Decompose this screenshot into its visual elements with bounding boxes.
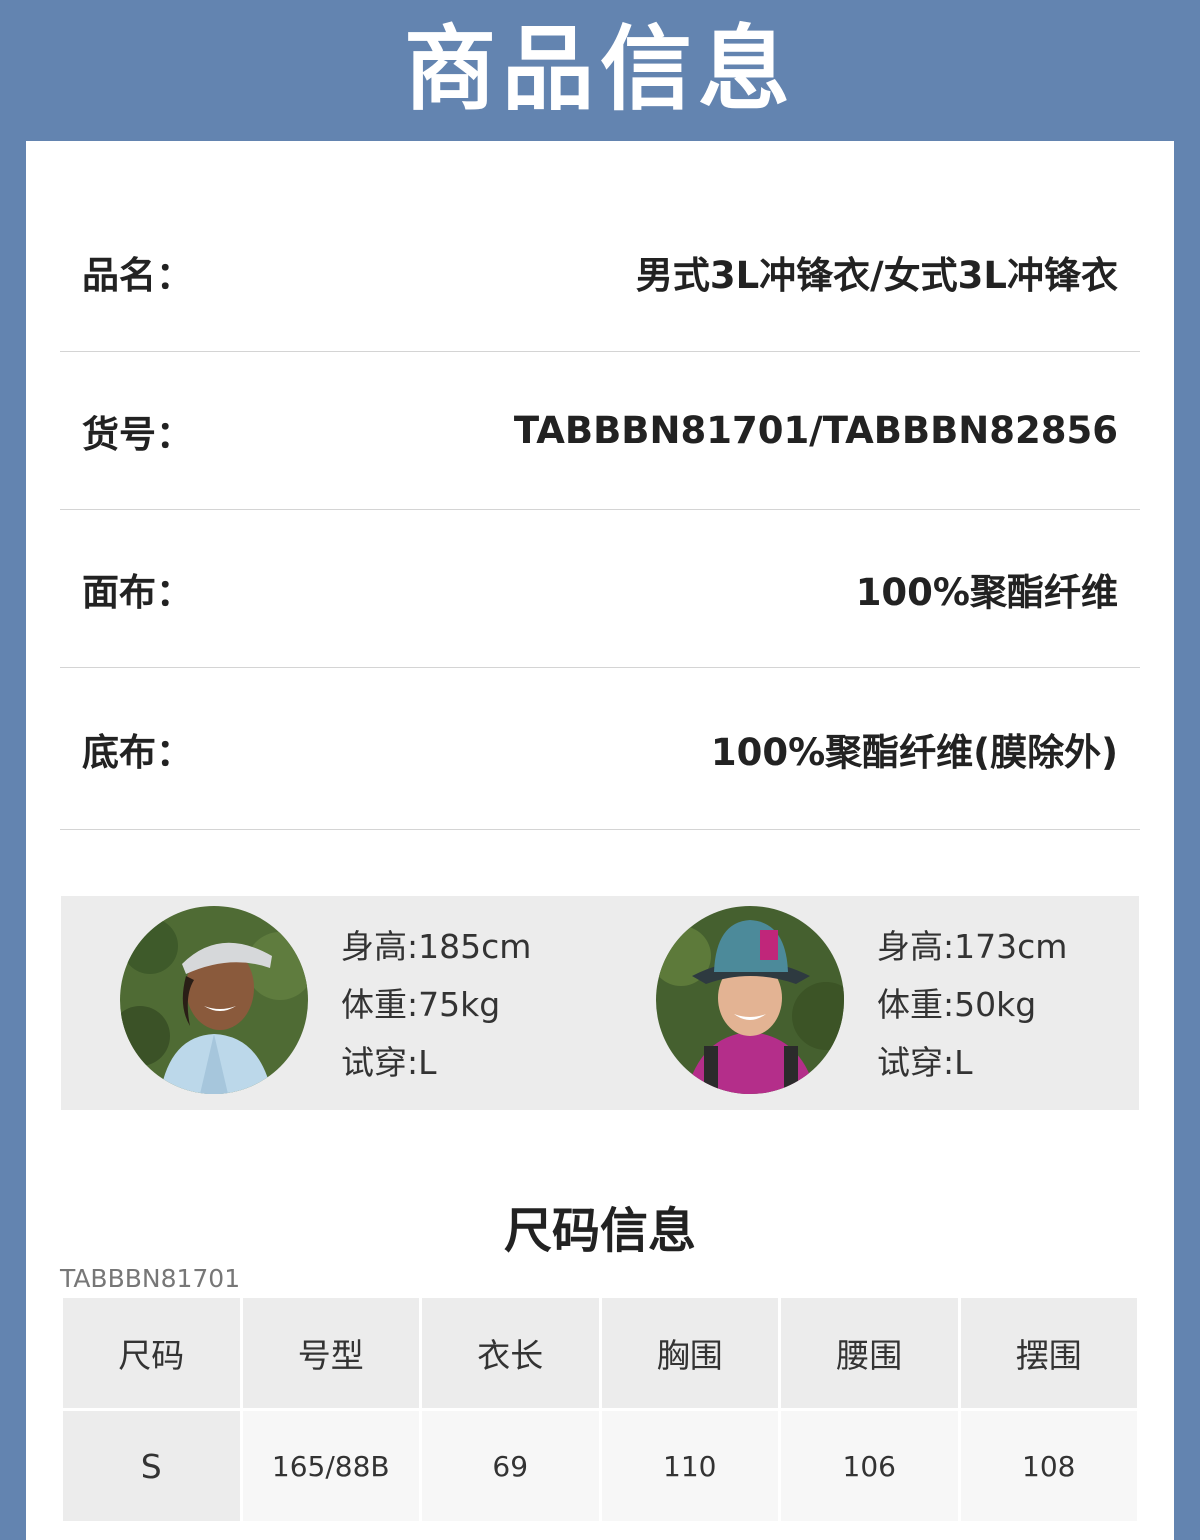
size-cell: 108 — [960, 1411, 1137, 1521]
male-model-stats: 身高:185cm 体重:75kg 试穿:L — [341, 918, 531, 1092]
size-cell: 165/88B — [242, 1411, 419, 1521]
size-table-header: 衣长 — [422, 1298, 599, 1408]
model-fit-size: 试穿:L — [877, 1043, 973, 1082]
size-table-header: 胸围 — [601, 1298, 778, 1408]
info-label: 货号： — [82, 412, 193, 456]
female-model-photo — [656, 906, 844, 1094]
info-label: 底布： — [82, 730, 193, 774]
model-height: 身高:173cm — [877, 927, 1068, 966]
info-value: 100%聚酯纤维 — [855, 570, 1118, 614]
size-cell: 110 — [601, 1411, 778, 1521]
info-row-sku: 货号： TABBBN81701/TABBBN82856 — [60, 352, 1140, 510]
size-section-title: 尺码信息 — [503, 1203, 696, 1259]
size-table-header: 尺码 — [63, 1298, 240, 1408]
size-table-header: 摆围 — [960, 1298, 1137, 1408]
info-label: 面布： — [82, 570, 193, 614]
info-value: 男式3L冲锋衣/女式3L冲锋衣 — [635, 254, 1118, 297]
model-height: 身高:185cm — [341, 927, 532, 966]
info-label: 品名： — [82, 254, 193, 297]
page-title: 商品信息 — [403, 16, 796, 123]
size-table-header-row: 尺码 号型 衣长 胸围 腰围 摆围 — [63, 1298, 1137, 1408]
info-row-outer-fabric: 面布： 100%聚酯纤维 — [60, 510, 1140, 668]
size-table-header: 号型 — [242, 1298, 419, 1408]
model-panel: 身高:185cm 体重:75kg 试穿:L 身高:173cm 体重:50kg 试… — [61, 896, 1139, 1110]
table-row: S 165/88B 69 110 106 108 — [63, 1411, 1137, 1521]
product-info-card: 品名： 男式3L冲锋衣/女式3L冲锋衣 货号： TABBBN81701/TABB… — [26, 141, 1174, 1540]
model-fit-size: 试穿:L — [341, 1043, 437, 1082]
info-value: 100%聚酯纤维(膜除外) — [710, 730, 1118, 774]
size-cell: S — [63, 1411, 240, 1521]
female-model-stats: 身高:173cm 体重:50kg 试穿:L — [877, 918, 1067, 1092]
info-row-lining: 底布： 100%聚酯纤维(膜除外) — [60, 668, 1140, 830]
size-table: 尺码 号型 衣长 胸围 腰围 摆围 S 165/88B 69 110 106 1… — [60, 1295, 1140, 1524]
model-weight: 体重:75kg — [341, 985, 501, 1024]
male-model-photo — [120, 906, 308, 1094]
info-row-name: 品名： 男式3L冲锋衣/女式3L冲锋衣 — [60, 193, 1140, 352]
size-table-sku: TABBBN81701 — [60, 1264, 241, 1293]
size-cell: 69 — [422, 1411, 599, 1521]
model-weight: 体重:50kg — [877, 985, 1037, 1024]
info-value: TABBBN81701/TABBBN82856 — [513, 409, 1118, 452]
size-cell: 106 — [781, 1411, 958, 1521]
size-table-header: 腰围 — [781, 1298, 958, 1408]
